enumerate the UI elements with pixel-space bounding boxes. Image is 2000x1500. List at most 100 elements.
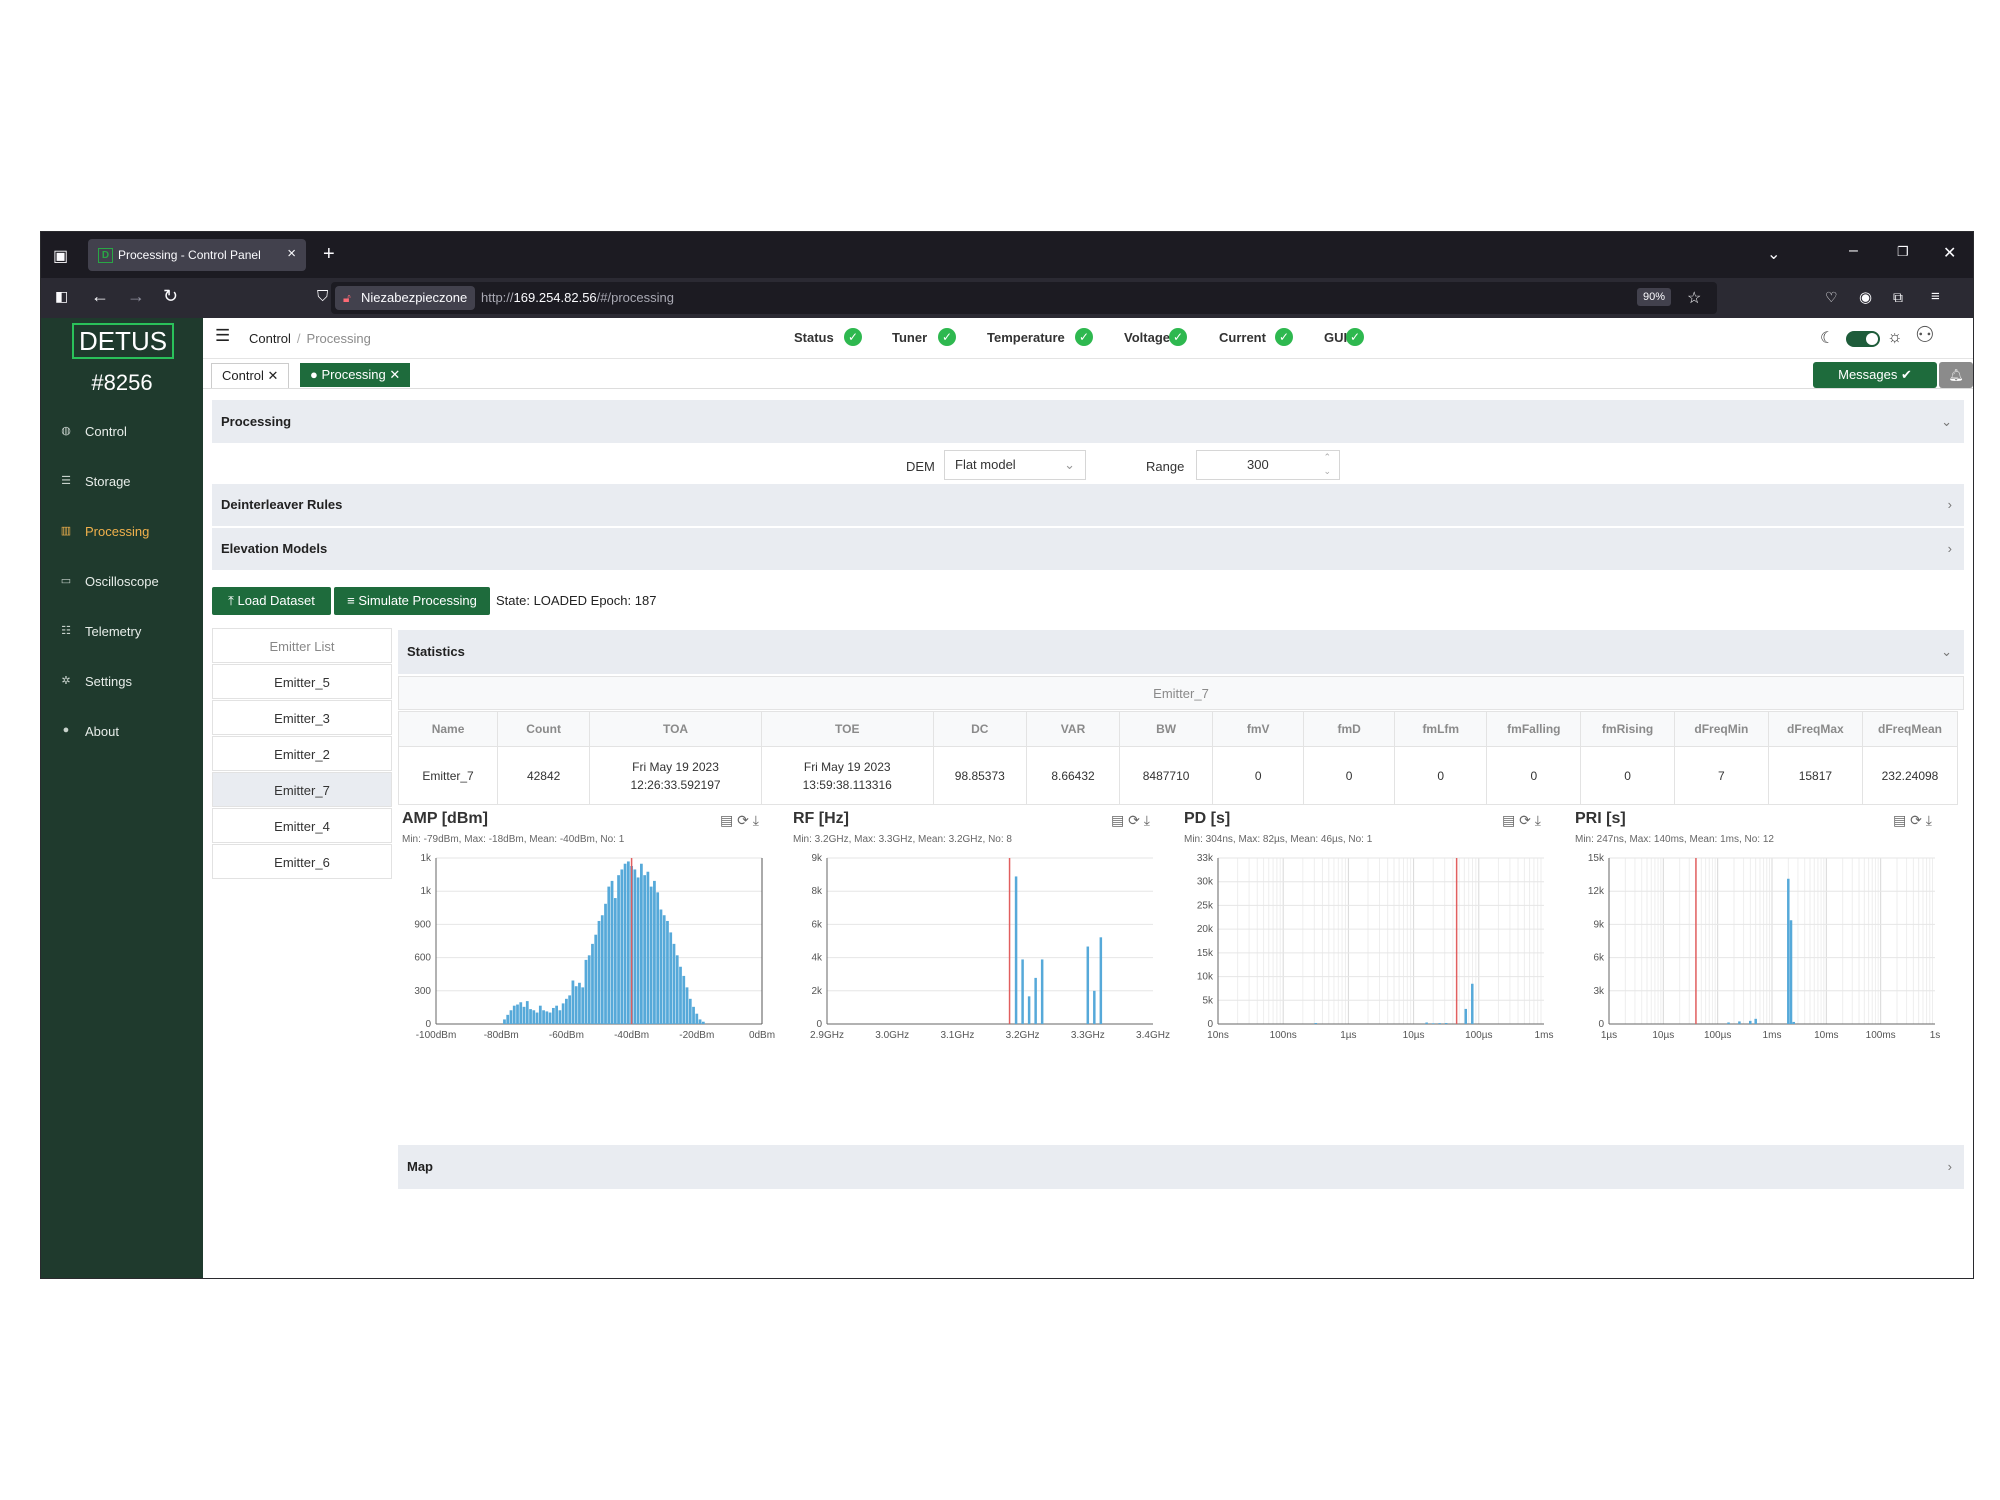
tab-control[interactable]: Control ✕: [211, 363, 290, 388]
back-icon[interactable]: ←: [91, 286, 109, 307]
forward-icon[interactable]: →: [127, 286, 145, 307]
data-view-icon[interactable]: ▤: [1111, 812, 1124, 828]
status-label-current: Current: [1219, 330, 1266, 345]
minimize-icon[interactable]: –: [1849, 242, 1858, 260]
list-item[interactable]: Emitter_4: [212, 808, 392, 843]
tab-processing[interactable]: ● Processing ✕: [300, 363, 411, 387]
messages-button[interactable]: Messages ✔: [1813, 362, 1937, 388]
tab-list-icon[interactable]: ▣: [53, 246, 68, 266]
stepper-down-icon[interactable]: ⌄: [1323, 457, 1331, 485]
histogram-bar: [538, 1005, 542, 1024]
list-item[interactable]: Emitter_2: [212, 736, 392, 771]
download-icon[interactable]: ⤓: [1144, 812, 1150, 828]
sidebar-item-oscilloscope[interactable]: ▭ Oscilloscope: [41, 563, 203, 601]
sidebar-toggle-icon[interactable]: ◧: [55, 288, 68, 305]
deinterleaver-panel-header[interactable]: Deinterleaver Rules ›: [212, 484, 1964, 526]
lock-icon: 🔓︎: [343, 291, 351, 305]
data-view-icon[interactable]: ▤: [1893, 812, 1906, 828]
hamburger-menu-icon[interactable]: ☰: [215, 326, 230, 346]
histogram-bar: [672, 943, 676, 1024]
statistics-panel-header[interactable]: Statistics ⌄: [398, 630, 1964, 674]
sidebar-item-settings[interactable]: ✲ Settings: [41, 663, 203, 701]
processing-panel-header[interactable]: Processing ⌄: [212, 400, 1964, 443]
address-bar[interactable]: 🔓︎ Niezabezpieczone http://169.254.82.56/…: [331, 282, 1717, 314]
breadcrumb-control[interactable]: Control: [249, 331, 291, 346]
sun-icon[interactable]: ☼: [1887, 327, 1903, 347]
histogram-bar: [669, 932, 673, 1024]
bell-icon[interactable]: 🔔︎: [1939, 362, 1973, 388]
histogram-bar: [620, 869, 624, 1024]
load-dataset-button[interactable]: ⤒ Load Dataset: [212, 587, 331, 615]
x-tick-label: 10ns: [1207, 1030, 1229, 1041]
sidebar-item-storage[interactable]: ☰ Storage: [41, 463, 203, 501]
histogram-bar: [542, 1010, 545, 1024]
sidebar-item-processing[interactable]: ▥ Processing: [41, 513, 203, 551]
chevron-down-icon[interactable]: ⌄: [1767, 244, 1780, 264]
y-tick-label: 300: [414, 986, 431, 997]
theme-toggle[interactable]: [1846, 331, 1880, 347]
breadcrumb-current: Processing: [306, 331, 371, 346]
download-icon[interactable]: ⤓: [1926, 812, 1932, 828]
histogram-bar: [535, 1012, 539, 1024]
column-header: fmFalling: [1486, 711, 1582, 747]
chevron-down-icon: ⌄: [1941, 644, 1952, 659]
reload-icon[interactable]: ↻: [163, 286, 178, 307]
range-input[interactable]: 300 ⌃ ⌄: [1196, 450, 1340, 480]
restore-icon[interactable]: ❐: [1897, 244, 1909, 260]
status-label-status: Status: [794, 330, 834, 345]
user-icon[interactable]: ⚇: [1915, 322, 1935, 348]
check-icon: ✓: [1075, 328, 1093, 346]
list-item[interactable]: Emitter_5: [212, 664, 392, 699]
sidebar-item-telemetry[interactable]: ☷ Telemetry: [41, 613, 203, 651]
list-item[interactable]: Emitter_3: [212, 700, 392, 735]
histogram-bar: [633, 869, 637, 1024]
download-icon[interactable]: ⤓: [1535, 812, 1541, 828]
moon-icon[interactable]: ☾: [1820, 328, 1834, 348]
restore-icon[interactable]: ⟳: [1910, 812, 1922, 828]
pocket-icon[interactable]: ♡: [1825, 289, 1838, 306]
table-cell: 0: [1212, 746, 1305, 805]
new-tab-icon[interactable]: +: [323, 243, 335, 266]
check-icon: ✓: [1346, 328, 1364, 346]
simulate-processing-button[interactable]: ≡ Simulate Processing: [334, 587, 490, 615]
shield-icon[interactable]: ⛉: [317, 288, 328, 305]
browser-tab[interactable]: D Processing - Control Panel ×: [88, 239, 306, 271]
check-icon: ✓: [1275, 328, 1293, 346]
x-tick-label: -100dBm: [416, 1030, 457, 1041]
elevation-panel-header[interactable]: Elevation Models ›: [212, 528, 1964, 570]
data-view-icon[interactable]: ▤: [1502, 812, 1515, 828]
histogram-bar: [640, 863, 643, 1024]
dashboard-icon: ◍: [61, 425, 71, 437]
status-label-temperature: Temperature: [987, 330, 1065, 345]
table-cell: Fri May 19 2023 13:59:38.113316: [760, 746, 934, 805]
dem-select[interactable]: Flat model ⌄: [944, 450, 1086, 480]
y-tick-label: 1k: [420, 886, 432, 897]
restore-icon[interactable]: ⟳: [1128, 812, 1140, 828]
histogram-bar: [1027, 996, 1031, 1024]
x-tick-label: 100ns: [1270, 1030, 1297, 1041]
database-icon: ☰: [61, 475, 71, 487]
close-window-icon[interactable]: ✕: [1943, 243, 1956, 263]
insecure-badge[interactable]: 🔓︎ Niezabezpieczone: [335, 286, 476, 310]
list-item[interactable]: Emitter_7: [212, 772, 392, 807]
sidebar-item-control[interactable]: ◍ Control: [41, 413, 203, 451]
download-icon[interactable]: ⤓: [753, 812, 759, 828]
histogram-bar: [1014, 876, 1018, 1024]
restore-icon[interactable]: ⟳: [1519, 812, 1531, 828]
menu-icon[interactable]: ≡: [1931, 288, 1940, 305]
extensions-icon[interactable]: ⧉: [1893, 289, 1903, 306]
data-view-icon[interactable]: ▤: [720, 812, 733, 828]
histogram-bar: [568, 995, 572, 1024]
map-panel-header[interactable]: Map ›: [398, 1145, 1964, 1189]
url-text[interactable]: http://169.254.82.56/#/processing: [481, 290, 674, 305]
close-tab-icon[interactable]: ×: [287, 245, 296, 262]
zoom-level[interactable]: 90%: [1636, 288, 1671, 306]
chart-toolbar-rf: ▤ ⟳ ⤓: [1111, 812, 1150, 829]
sidebar-item-about[interactable]: ● About: [41, 713, 203, 751]
account-icon[interactable]: ◉: [1859, 288, 1872, 306]
bookmark-star-icon[interactable]: ☆: [1687, 288, 1701, 308]
restore-icon[interactable]: ⟳: [737, 812, 749, 828]
y-tick-label: 1k: [420, 853, 432, 864]
column-header: fmD: [1303, 711, 1396, 747]
list-item[interactable]: Emitter_6: [212, 844, 392, 879]
